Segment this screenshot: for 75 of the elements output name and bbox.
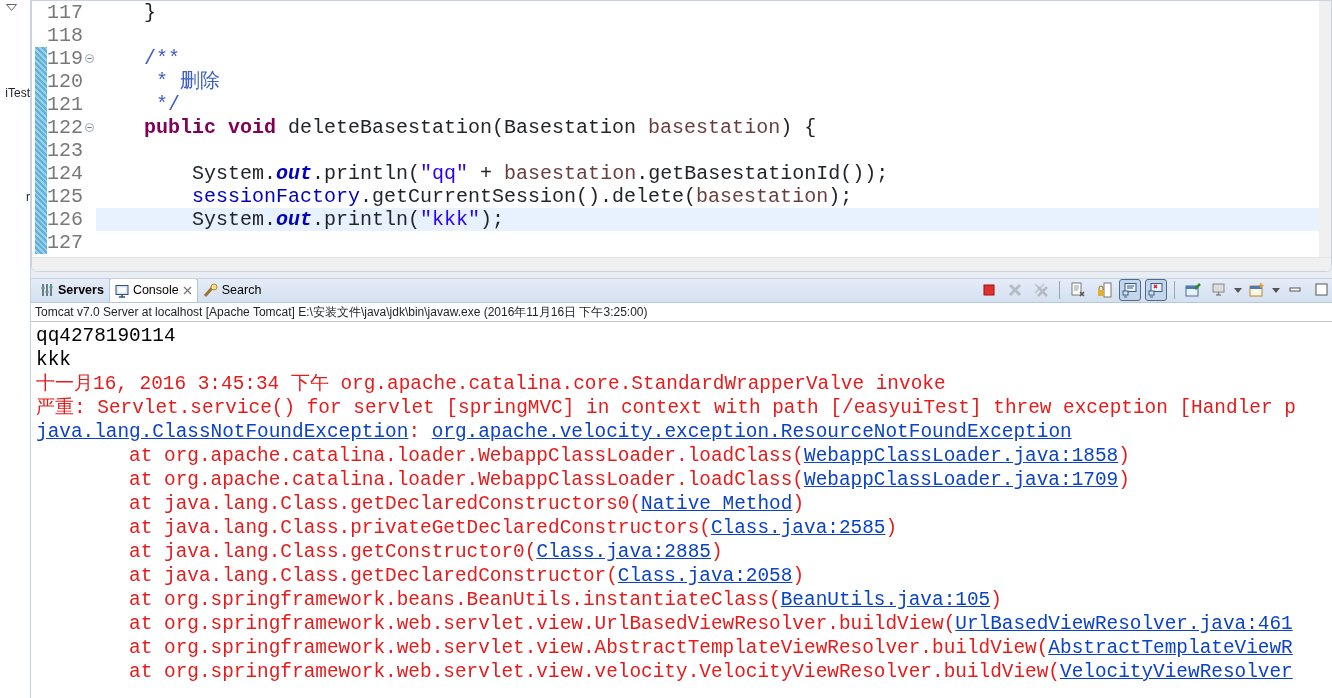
stack-trace-link[interactable]: Class.java:2885	[536, 541, 711, 563]
dropdown-icon[interactable]	[6, 4, 17, 11]
view-tab[interactable]: Search	[197, 279, 267, 302]
stack-trace-link[interactable]: UrlBasedViewResolver.java:461	[955, 613, 1293, 635]
stop-icon	[981, 282, 997, 298]
collapse-icon[interactable]	[85, 54, 94, 63]
code-line: */	[155, 93, 181, 116]
console-line: 严重: Servlet.service() for servlet [springMVC] in context with path [/easyuiTest] threw exception [Handler p	[36, 396, 1297, 420]
remove-all-icon	[1033, 282, 1049, 298]
monitor-icon	[114, 283, 129, 298]
pin-icon	[1185, 282, 1201, 298]
console-line: java.lang.ClassNotFoundException: org.apache.velocity.exception.ResourceNotFoundException	[36, 420, 1073, 444]
monitor-icon	[1122, 282, 1138, 298]
scroll-lock-icon	[1096, 282, 1112, 298]
code-line: * 删除	[155, 70, 221, 93]
stack-trace-link[interactable]: java.lang.ClassNotFoundException	[36, 421, 409, 443]
console-line: at org.springframework.web.servlet.view.velocity.VelocityViewResolver.buildView(VelocityViewResolver	[128, 660, 1294, 684]
code-line: public void deleteBasestation(Basestation basestation) {	[143, 116, 818, 139]
code-line: System.out.println("qq" + basestation.getBasestationId());	[191, 162, 890, 185]
clear-icon	[1070, 282, 1086, 298]
console-line: at java.lang.Class.getConstructor0(Class.java:2885)	[128, 540, 724, 564]
stack-trace-link[interactable]: WebappClassLoader.java:1709	[804, 469, 1119, 491]
line-number: 123	[47, 139, 83, 162]
remove-icon	[1007, 282, 1023, 298]
stack-trace-link[interactable]: Class.java:2585	[710, 517, 886, 539]
console-line: kkk	[36, 348, 72, 372]
line-number: 125	[47, 185, 83, 208]
stack-trace-link[interactable]: WebappClassLoader.java:1858	[804, 445, 1119, 467]
console-line: at org.apache.catalina.loader.WebappClassLoader.loadClass(WebappClassLoader.java:1858)	[128, 444, 1131, 468]
stack-trace-link[interactable]: Class.java:2058	[617, 565, 793, 587]
line-number: 127	[47, 231, 83, 254]
console-line: at org.springframework.web.servlet.view.UrlBasedViewResolver.buildView(UrlBasedViewResolver.java:461	[128, 612, 1294, 636]
stack-trace-link[interactable]: BeanUtils.java:105	[780, 589, 991, 611]
view-tab[interactable]: Servers	[35, 279, 109, 302]
stack-trace-link[interactable]: org.apache.velocity.exception.ResourceNotFoundException	[431, 421, 1072, 443]
line-number: 122	[47, 116, 83, 139]
line-number: 124	[47, 162, 83, 185]
console-line: 十一月16, 2016 3:45:34 下午 org.apache.catalina.core.StandardWrapperValve invoke	[36, 372, 947, 396]
monitor-button[interactable]	[1119, 279, 1141, 301]
console-line: at org.springframework.beans.BeanUtils.instantiateClass(BeanUtils.java:105)	[128, 588, 1003, 612]
line-number: 121	[47, 93, 83, 116]
monitor-icon	[1211, 282, 1227, 298]
line-number: 118	[47, 24, 83, 47]
caret-icon[interactable]	[1234, 287, 1242, 293]
line-number: 117	[47, 1, 83, 24]
code-line: }	[143, 1, 157, 24]
vertical-scrollbar[interactable]	[1319, 1, 1331, 257]
horizontal-scrollbar[interactable]	[32, 257, 1331, 271]
console-line: at java.lang.Class.getDeclaredConstructor(Class.java:2058)	[128, 564, 805, 588]
console-line: at java.lang.Class.getDeclaredConstructors0(Native Method)	[128, 492, 805, 516]
console-line: at org.apache.catalina.loader.WebappClassLoader.loadClass(WebappClassLoader.java:1709)	[128, 468, 1131, 492]
tree-item-label[interactable]: r	[0, 188, 30, 206]
console-line: qq4278190114	[36, 324, 177, 348]
console-line: at org.springframework.web.servlet.view.AbstractTemplateViewResolver.buildView(AbstractTemplateViewR	[128, 636, 1294, 660]
flashlight-icon	[202, 282, 218, 298]
code-line: /**	[143, 47, 180, 70]
maximize-icon	[1313, 282, 1329, 298]
console-line: at java.lang.Class.privateGetDeclaredConstructors(Class.java:2585)	[128, 516, 899, 540]
tree-item-label[interactable]: iTest	[0, 84, 30, 102]
process-label: Tomcat v7.0 Server at localhost [Apache Tomcat] E:\安装文件\java\jdk\bin\javaw.exe (2016年11月16日 下午3:25:00)	[31, 303, 1332, 322]
line-number: 119	[47, 47, 83, 70]
stack-trace-link[interactable]: Native Method	[641, 493, 793, 515]
stack-trace-link[interactable]: AbstractTemplateViewR	[1048, 637, 1293, 659]
close-icon[interactable]	[182, 286, 192, 295]
new-window-icon	[1249, 282, 1265, 298]
line-number: 126	[47, 208, 83, 231]
collapse-icon[interactable]	[85, 123, 94, 132]
monitor-error-button[interactable]	[1145, 279, 1167, 301]
servers-icon	[40, 283, 54, 297]
caret-icon[interactable]	[1272, 287, 1280, 293]
view-tab[interactable]: Console	[108, 279, 198, 302]
monitor-error-icon	[1148, 282, 1164, 298]
stack-trace-link[interactable]: VelocityViewResolver	[1060, 661, 1293, 683]
line-number: 120	[47, 70, 83, 93]
code-line: sessionFactory.getCurrentSession().delete(basestation);	[191, 185, 854, 208]
